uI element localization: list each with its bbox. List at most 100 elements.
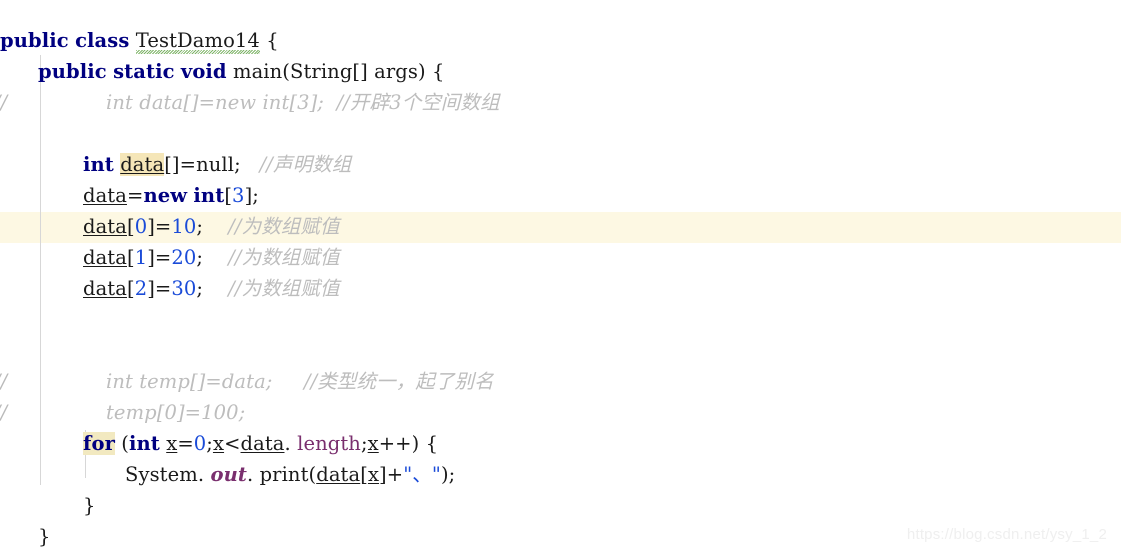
code-token-brace: .: [197, 463, 211, 486]
code-token-cmt: //声明数组: [259, 153, 352, 176]
code-token-brace: (: [114, 432, 129, 455]
gutter-comment-marker: //: [0, 91, 8, 114]
code-token-num: 0: [134, 215, 148, 238]
code-token-brace: ;: [234, 153, 241, 176]
code-token-num: 2: [134, 277, 148, 300]
code-line[interactable]: System. out. print(data[x]+"、");: [0, 459, 1121, 490]
code-token-brace: [: [126, 246, 135, 269]
code-token-cmt: //为数组赋值: [228, 215, 340, 238]
code-token-brace: <: [224, 432, 241, 455]
code-token-brace: ]=: [147, 215, 172, 238]
code-line[interactable]: [0, 118, 1121, 149]
code-line[interactable]: // int data[]=new int[3]; //开辟3个空间数组: [0, 87, 1121, 118]
code-token-brace: ]+: [379, 463, 404, 486]
code-token-str: "、": [403, 463, 441, 486]
code-token-brace: (: [282, 60, 291, 83]
code-line[interactable]: }: [0, 490, 1121, 521]
code-token-brace: {: [259, 29, 279, 52]
code-token-num: 10: [171, 215, 197, 238]
code-line[interactable]: // int temp[]=data; //类型统一，起了别名: [0, 366, 1121, 397]
code-line[interactable]: data[0]=10; //为数组赋值: [0, 211, 1121, 242]
code-token-var: data: [83, 277, 127, 300]
code-token-num: 1: [134, 246, 148, 269]
watermark-url: https://blog.csdn.net/ysy_1_2: [906, 526, 1107, 543]
code-token-plain: main: [232, 60, 283, 83]
code-token-brace: }: [83, 494, 96, 517]
code-token-plain: print: [259, 463, 309, 486]
code-line[interactable]: data[1]=20; //为数组赋值: [0, 242, 1121, 273]
code-token-brace: ++) {: [378, 432, 439, 455]
code-token-occ: data: [120, 153, 165, 176]
code-line[interactable]: public class TestDamo14 {: [0, 25, 1121, 56]
code-token-kw: public: [0, 29, 69, 52]
code-token-brace: );: [440, 463, 456, 486]
code-token-var: data: [83, 184, 127, 207]
code-token-kw: new: [143, 184, 188, 207]
code-token-num: 0: [193, 432, 207, 455]
code-token-brace: =: [126, 184, 144, 207]
code-token-var: data: [83, 246, 127, 269]
code-token-kw: static: [113, 60, 175, 83]
code-token-var: x: [166, 432, 178, 455]
code-token-brace: []: [352, 60, 375, 83]
code-token-plain: System: [125, 463, 198, 486]
code-line[interactable]: [0, 335, 1121, 366]
code-token-cmt: int data[]=new int[3]; //开辟3个空间数组: [106, 91, 500, 114]
code-token-plain: args: [374, 60, 418, 83]
code-token-brace: .: [246, 463, 260, 486]
code-line[interactable]: public static void main(String[] args) {: [0, 56, 1121, 87]
code-editor-screenshot: public class TestDamo14 {public static v…: [0, 0, 1121, 553]
code-token-kw: int: [83, 153, 114, 176]
code-token-num: 30: [171, 277, 197, 300]
code-token-brace: ]=: [147, 246, 172, 269]
code-token-var: x: [367, 432, 379, 455]
code-token-num: 3: [232, 184, 245, 207]
code-token-var: x: [367, 463, 380, 486]
code-line[interactable]: data[2]=30; //为数组赋值: [0, 273, 1121, 304]
code-token-cmt: int temp[]=data; //类型统一，起了别名: [106, 370, 494, 393]
gutter-comment-marker: //: [0, 401, 8, 424]
code-token-kw: void: [180, 60, 227, 83]
code-line[interactable]: // temp[0]=100;: [0, 397, 1121, 428]
code-token-static-f: out: [210, 463, 247, 486]
code-line[interactable]: for (int x=0;x<data. length;x++) {: [0, 428, 1121, 459]
code-token-cmt: //为数组赋值: [228, 246, 340, 269]
code-token-brace: ;: [360, 432, 368, 455]
code-token-cmt: temp[0]=100;: [106, 401, 246, 424]
code-token-brace: ]=: [147, 277, 172, 300]
code-line[interactable]: int data[]=null; //声明数组: [0, 149, 1121, 180]
code-token-brace: [: [126, 215, 135, 238]
code-token-kw: public: [38, 60, 107, 83]
code-token-var: x: [212, 432, 225, 455]
code-line[interactable]: [0, 304, 1121, 335]
code-token-plain: null: [196, 153, 235, 176]
code-token-kw: int: [128, 432, 160, 455]
code-token-kw: class: [75, 29, 130, 52]
code-token-brace: ];: [244, 184, 259, 207]
code-token-plain: String: [290, 60, 353, 83]
code-token-var: data: [83, 215, 127, 238]
code-token-field: length: [297, 432, 361, 455]
code-content[interactable]: public class TestDamo14 {public static v…: [0, 0, 1121, 552]
code-token-var: data: [316, 463, 361, 486]
code-token-brace: []=: [164, 153, 197, 176]
code-token-brace: [: [224, 184, 233, 207]
code-token-brace: ;: [206, 432, 213, 455]
code-token-cmt: //为数组赋值: [228, 277, 340, 300]
code-token-var: data: [240, 432, 285, 455]
code-token-num: 20: [171, 246, 197, 269]
code-token-squiggle: TestDamo14: [135, 25, 261, 56]
code-token-brace: =: [177, 432, 194, 455]
code-token-brace: [: [126, 277, 135, 300]
code-token-kw: int: [193, 184, 225, 207]
gutter-comment-marker: //: [0, 370, 8, 393]
code-token-brace: ) {: [417, 60, 445, 83]
code-line[interactable]: data=new int[3];: [0, 180, 1121, 211]
code-token-kw-occ: for: [83, 432, 115, 455]
code-token-brace: }: [38, 525, 51, 548]
code-token-brace: [: [360, 463, 368, 486]
